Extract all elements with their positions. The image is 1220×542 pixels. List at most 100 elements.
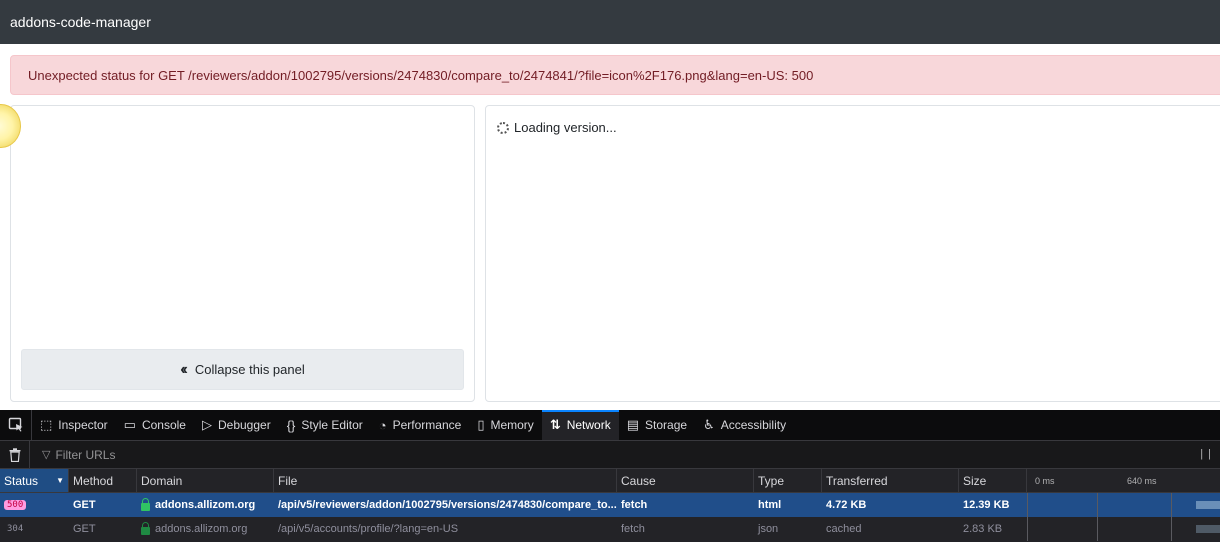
column-status[interactable]: Status ▼	[0, 469, 69, 492]
waterfall-gridline	[1027, 517, 1028, 541]
console-icon: ▭	[123, 417, 136, 432]
row-waterfall	[1027, 517, 1220, 541]
waterfall-tick: 0 ms	[1035, 475, 1055, 486]
row-type: html	[754, 493, 822, 517]
tab-label: Style Editor	[301, 418, 363, 432]
column-label: Size	[963, 473, 987, 488]
column-label: Domain	[141, 473, 183, 488]
element-picker-button[interactable]	[0, 410, 32, 440]
inspector-icon: ⬚	[40, 417, 53, 432]
status-badge: 304	[7, 524, 24, 534]
app-title[interactable]: addons-code-manager	[10, 14, 151, 30]
devtools-tabbar: ⬚ Inspector ▭ Console ▷ Debugger {} Style Ed…	[0, 410, 1220, 441]
cell-text: /api/v5/reviewers/addon/1002795/versions…	[278, 499, 617, 511]
tab-label: Accessibility	[720, 418, 787, 432]
loading-indicator: Loading version...	[497, 120, 617, 135]
column-label: Type	[758, 473, 785, 488]
column-label: Cause	[621, 473, 656, 488]
row-method: GET	[69, 493, 137, 517]
row-file: /api/v5/accounts/profile/?lang=en-US	[274, 517, 617, 541]
filter-urls-input[interactable]: ▽ Filter URLs	[30, 448, 115, 462]
waterfall-tick: 640 ms	[1127, 475, 1157, 486]
tab-debugger[interactable]: ▷ Debugger	[194, 410, 279, 440]
column-size[interactable]: Size	[959, 469, 1027, 492]
row-domain: addons.allizom.org	[137, 493, 274, 517]
tab-label: Performance	[392, 418, 462, 432]
requests-table-header: Status ▼ Method Domain File Cause Type Tr…	[0, 469, 1220, 493]
row-type: json	[754, 517, 822, 541]
column-transferred[interactable]: Transferred	[822, 469, 959, 492]
row-cause: fetch	[617, 517, 754, 541]
column-file[interactable]: File	[274, 469, 617, 492]
row-file: /api/v5/reviewers/addon/1002795/versions…	[274, 493, 617, 517]
tab-console[interactable]: ▭ Console	[116, 410, 194, 440]
waterfall-gridline	[1097, 493, 1098, 517]
memory-icon: ▯	[477, 417, 485, 432]
network-toolbar: ▽ Filter URLs | |	[0, 441, 1220, 469]
column-method[interactable]: Method	[69, 469, 137, 492]
waterfall-gridline	[1027, 493, 1028, 517]
column-label: File	[278, 473, 298, 488]
element-picker-icon	[8, 417, 22, 432]
waterfall-gridline	[1171, 493, 1172, 517]
column-label: Transferred	[826, 473, 888, 488]
column-waterfall[interactable]: 0 ms 640 ms	[1027, 469, 1220, 492]
row-status: 304	[0, 517, 69, 541]
tab-storage[interactable]: ▤ Storage	[619, 410, 695, 440]
collapse-panel-label: Collapse this panel	[194, 362, 305, 377]
cell-text: 12.39 KB	[963, 499, 1010, 511]
tab-label: Memory	[490, 418, 534, 432]
row-transferred: cached	[822, 517, 959, 541]
devtools: ⬚ Inspector ▭ Console ▷ Debugger {} Style Ed…	[0, 410, 1220, 542]
cell-text: addons.allizom.org	[155, 499, 256, 511]
cell-text: GET	[73, 499, 96, 511]
column-cause[interactable]: Cause	[617, 469, 754, 492]
column-label: Status	[4, 473, 39, 488]
row-size: 2.83 KB	[959, 517, 1027, 541]
left-panel: ‹‹ Collapse this panel	[10, 105, 475, 402]
style-editor-icon: {}	[286, 417, 296, 433]
pause-icon[interactable]: | |	[1200, 448, 1212, 460]
tab-memory[interactable]: ▯ Memory	[469, 410, 542, 440]
row-status: 500	[0, 493, 69, 517]
waterfall-bar	[1196, 501, 1220, 509]
tab-performance[interactable]: ◔ Performance	[371, 410, 470, 440]
tab-label: Debugger	[217, 418, 271, 432]
row-method: GET	[69, 517, 137, 541]
row-waterfall	[1027, 493, 1220, 517]
cell-text: GET	[73, 523, 96, 535]
waterfall-gridline	[1171, 517, 1172, 541]
cell-text: html	[758, 499, 782, 511]
status-badge: 500	[4, 500, 27, 510]
column-type[interactable]: Type	[754, 469, 822, 492]
column-domain[interactable]: Domain	[137, 469, 274, 492]
table-row[interactable]: 500 GET addons.allizom.org /api/v5/revie…	[0, 493, 1220, 517]
cell-text: /api/v5/accounts/profile/?lang=en-US	[278, 523, 459, 535]
app-header: addons-code-manager	[0, 0, 1220, 44]
right-panel: Loading version...	[485, 105, 1220, 402]
row-domain: addons.allizom.org	[137, 517, 274, 541]
error-alert-message: Unexpected status for GET /reviewers/add…	[28, 67, 814, 83]
row-cause: fetch	[617, 493, 754, 517]
row-size: 12.39 KB	[959, 493, 1027, 517]
cell-text: fetch	[621, 499, 648, 511]
tab-accessibility[interactable]: ♿ Accessibility	[695, 410, 794, 440]
table-row[interactable]: 304 GET addons.allizom.org /api/v5/accou…	[0, 517, 1220, 541]
tab-network[interactable]: ⇅ Network	[541, 410, 619, 440]
collapse-panel-button[interactable]: ‹‹ Collapse this panel	[21, 349, 464, 390]
debugger-icon: ▷	[201, 417, 212, 432]
tab-inspector[interactable]: ⬚ Inspector	[32, 410, 116, 440]
performance-icon: ◔	[378, 417, 387, 433]
waterfall-gridline	[1097, 517, 1098, 541]
cell-text: cached	[826, 523, 862, 535]
row-transferred: 4.72 KB	[822, 493, 959, 517]
clear-requests-button[interactable]	[0, 441, 30, 468]
filter-placeholder: Filter URLs	[55, 447, 116, 462]
tab-label: Network	[566, 418, 611, 432]
cell-text: 4.72 KB	[826, 499, 867, 511]
accessibility-icon: ♿	[703, 417, 715, 432]
waterfall-bar	[1196, 525, 1220, 533]
tab-style-editor[interactable]: {} Style Editor	[279, 410, 371, 440]
cell-text: 2.83 KB	[963, 523, 1003, 535]
filter-icon: ▽	[42, 449, 51, 461]
